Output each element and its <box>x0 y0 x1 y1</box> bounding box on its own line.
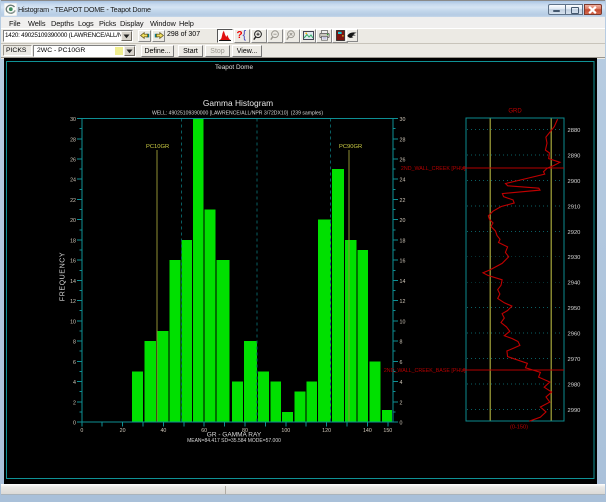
svg-text:0: 0 <box>80 428 83 434</box>
svg-text:20: 20 <box>120 428 126 434</box>
svg-text:24: 24 <box>70 177 76 183</box>
svg-text:0: 0 <box>73 420 76 426</box>
svg-text:100: 100 <box>281 428 290 434</box>
svg-text:26: 26 <box>400 157 406 163</box>
svg-text:Teapot Dome: Teapot Dome <box>215 64 253 71</box>
svg-text:2950: 2950 <box>568 306 581 312</box>
svg-text:MEAN=84.417 SD=35.584 MODE=57.: MEAN=84.417 SD=35.584 MODE=57.000 <box>187 438 281 444</box>
svg-text:4: 4 <box>73 380 76 386</box>
svg-text:14: 14 <box>70 278 76 284</box>
svg-text:2940: 2940 <box>568 280 581 286</box>
svg-text:2990: 2990 <box>568 407 581 413</box>
svg-text:22: 22 <box>70 198 76 204</box>
svg-text:40: 40 <box>160 428 166 434</box>
svg-text:10: 10 <box>70 319 76 325</box>
svg-text:6: 6 <box>400 359 403 365</box>
svg-text:2ND_WALL_CREEK_BASE [PHU]: 2ND_WALL_CREEK_BASE [PHU] <box>384 368 466 374</box>
svg-text:150: 150 <box>383 428 392 434</box>
svg-text:24: 24 <box>400 177 406 183</box>
svg-text:2910: 2910 <box>568 204 581 210</box>
svg-text:Gamma Histogram: Gamma Histogram <box>203 98 273 108</box>
svg-text:(0-150): (0-150) <box>510 424 528 430</box>
svg-text:26: 26 <box>70 157 76 163</box>
svg-text:18: 18 <box>70 238 76 244</box>
svg-text:2970: 2970 <box>568 357 581 363</box>
svg-text:2: 2 <box>73 400 76 406</box>
svg-text:2900: 2900 <box>568 178 581 184</box>
svg-text:2890: 2890 <box>568 153 581 159</box>
svg-text:2880: 2880 <box>568 128 581 134</box>
svg-text:6: 6 <box>73 359 76 365</box>
svg-text:18: 18 <box>400 238 406 244</box>
svg-text:28: 28 <box>70 137 76 143</box>
svg-text:140: 140 <box>363 428 372 434</box>
svg-text:2960: 2960 <box>568 331 581 337</box>
svg-text:20: 20 <box>400 218 406 224</box>
svg-text:12: 12 <box>70 299 76 305</box>
svg-text:PC10GR: PC10GR <box>146 144 169 150</box>
svg-text:GRD: GRD <box>508 108 522 114</box>
svg-text:2920: 2920 <box>568 229 581 235</box>
svg-text:WELL: 49025109390000 [LAWRENCE: WELL: 49025109390000 [LAWRENCE/ALL/NPR 3… <box>152 110 323 116</box>
svg-text:FREQUENCY: FREQUENCY <box>60 251 67 300</box>
svg-text:8: 8 <box>73 339 76 345</box>
svg-text:2: 2 <box>400 400 403 406</box>
svg-text:8: 8 <box>400 339 403 345</box>
svg-text:16: 16 <box>70 258 76 264</box>
svg-text:10: 10 <box>400 319 406 325</box>
svg-text:28: 28 <box>400 137 406 143</box>
svg-text:4: 4 <box>400 380 403 386</box>
svg-text:22: 22 <box>400 198 406 204</box>
svg-text:0: 0 <box>400 420 403 426</box>
svg-text:30: 30 <box>70 117 76 123</box>
svg-text:20: 20 <box>70 218 76 224</box>
svg-text:2ND_WALL_CREEK [PHU]: 2ND_WALL_CREEK [PHU] <box>401 166 466 172</box>
svg-text:2980: 2980 <box>568 382 581 388</box>
svg-text:30: 30 <box>400 117 406 123</box>
svg-text:120: 120 <box>322 428 331 434</box>
svg-text:2930: 2930 <box>568 255 581 261</box>
svg-text:PC90GR: PC90GR <box>339 144 362 150</box>
svg-text:14: 14 <box>400 278 406 284</box>
svg-text:16: 16 <box>400 258 406 264</box>
svg-text:12: 12 <box>400 299 406 305</box>
